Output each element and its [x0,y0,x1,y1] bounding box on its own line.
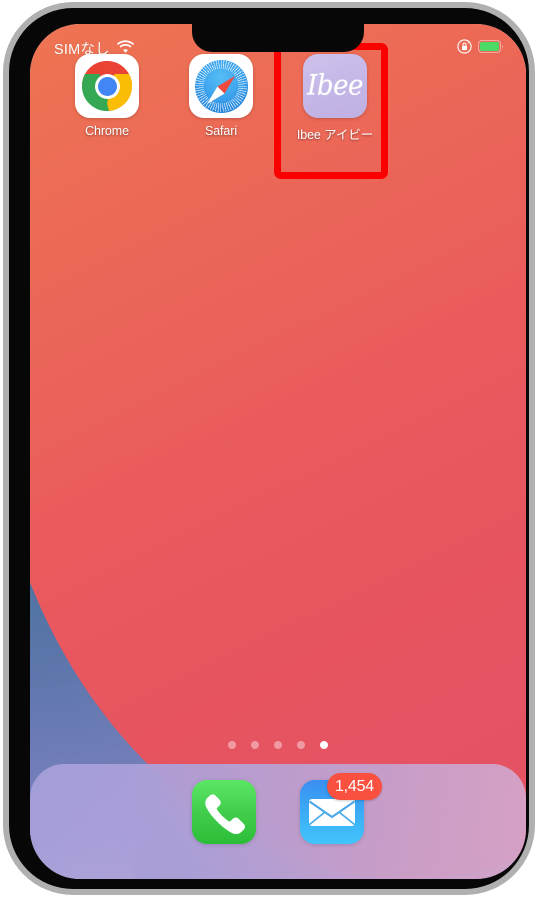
page-dot-1[interactable] [228,741,236,749]
app-label-safari: Safari [204,124,238,138]
ibee-icon-text: Ibee [307,69,363,103]
device-bezel: SIMなし Chrome Safari Ibee Ibee アイビー 1,454 [9,8,529,889]
page-dot-5-active[interactable] [320,741,328,749]
dock: 1,454 [30,764,526,879]
page-dot-3[interactable] [274,741,282,749]
page-indicator-dots[interactable] [30,741,526,749]
wifi-icon [116,40,134,56]
notch [192,24,364,52]
phone-screen: SIMなし Chrome Safari Ibee Ibee アイビー 1,454 [30,24,526,879]
battery-icon [478,40,504,56]
status-bar-right [457,39,504,57]
rotation-lock-icon [457,39,472,57]
carrier-label: SIMなし [54,41,110,58]
dock-app-phone[interactable] [192,780,256,844]
page-dot-4[interactable] [297,741,305,749]
mail-badge-count: 1,454 [326,773,382,800]
wallpaper [30,24,526,879]
iphone-device-frame: SIMなし Chrome Safari Ibee Ibee アイビー 1,454 [3,2,535,895]
phone-icon[interactable] [192,780,256,844]
dock-apps: 1,454 [30,773,526,844]
status-bar-left: SIMなし [54,38,134,59]
app-label-ibee: Ibee アイビー [296,128,374,142]
dock-app-mail[interactable]: 1,454 [300,773,382,844]
app-label-chrome: Chrome [85,124,129,138]
page-dot-2[interactable] [251,741,259,749]
